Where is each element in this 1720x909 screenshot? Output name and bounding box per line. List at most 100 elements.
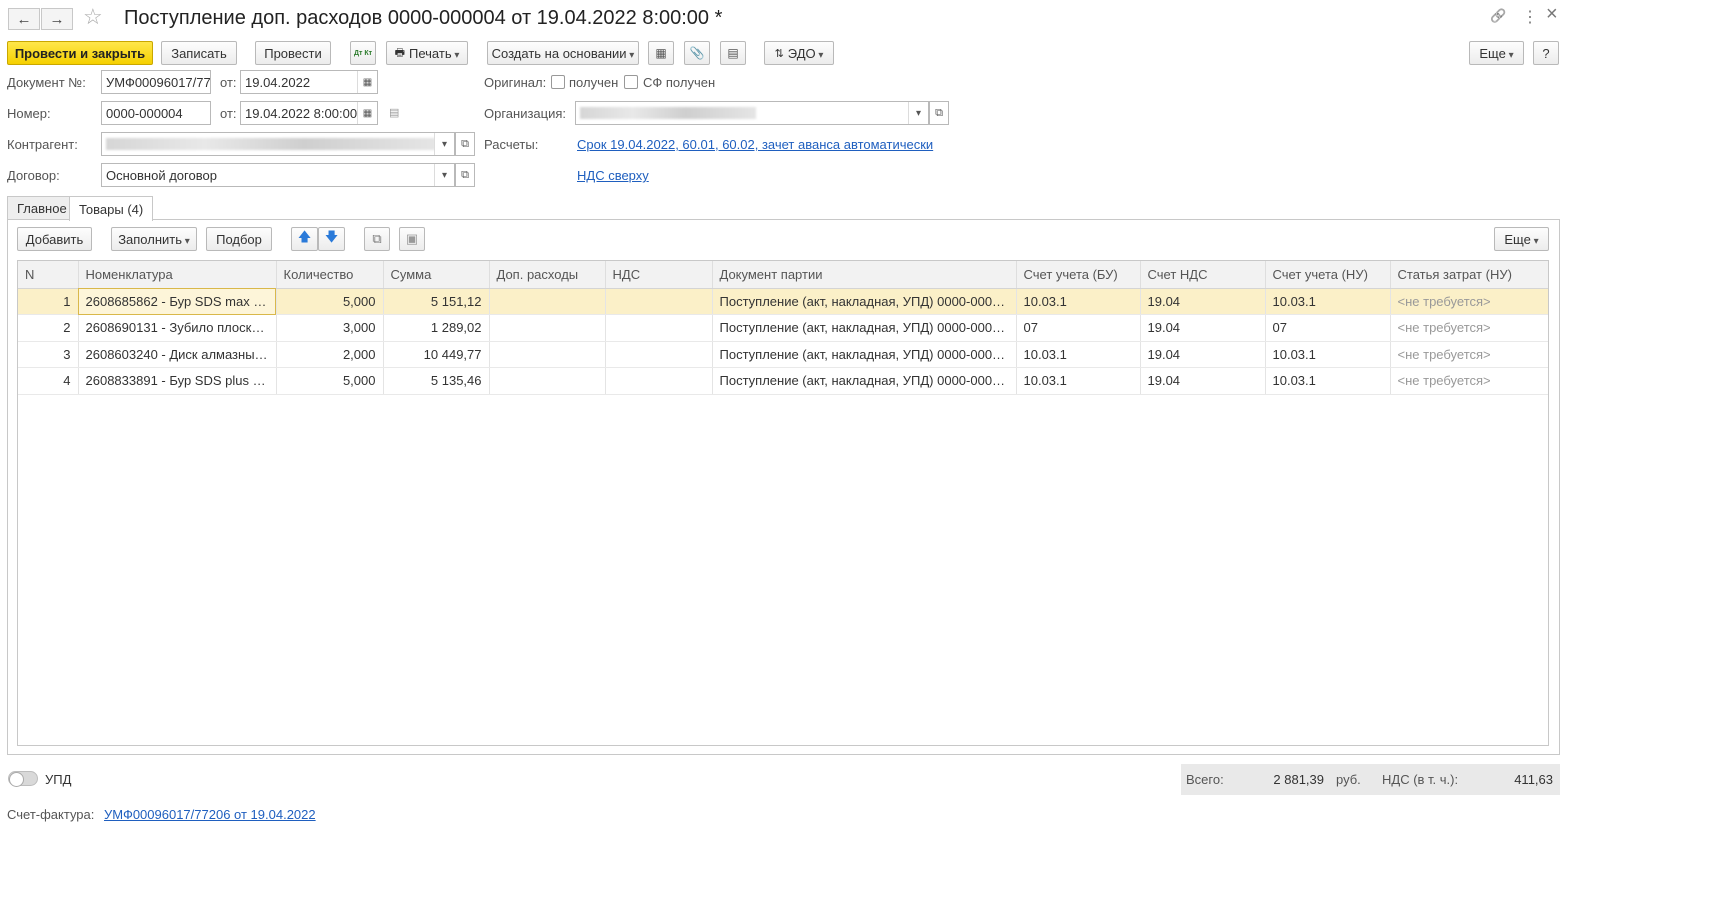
dropdown-arrow-icon[interactable]: ▾ <box>434 164 454 186</box>
cell-account-bu[interactable]: 07 <box>1016 314 1141 342</box>
paste-icon[interactable]: ▣ <box>399 227 425 251</box>
received-checkbox[interactable] <box>551 75 565 89</box>
doc-date-field[interactable]: 19.04.2022 ▦ <box>240 70 378 94</box>
cell-quantity[interactable]: 5,000 <box>276 288 384 315</box>
cell-account-vat[interactable]: 19.04 <box>1140 341 1266 368</box>
cell-nomenclature[interactable]: 2608603240 - Диск алмазный 0... <box>78 341 277 368</box>
cell-quantity[interactable]: 5,000 <box>276 367 384 395</box>
favorite-star-icon[interactable]: ☆ <box>83 4 103 30</box>
cell-vat[interactable] <box>605 314 713 342</box>
cell-nomenclature[interactable]: 2608690131 - Зубило плоское ... <box>78 314 277 342</box>
column-header[interactable]: Счет учета (НУ) <box>1265 261 1391 289</box>
close-icon[interactable]: × <box>1546 3 1558 26</box>
cell-account-vat[interactable]: 19.04 <box>1140 314 1266 342</box>
cell-account-nu[interactable]: 07 <box>1265 314 1391 342</box>
cell-sum[interactable]: 1 289,02 <box>383 314 490 342</box>
add-button[interactable]: Добавить <box>17 227 92 251</box>
post-button[interactable]: Провести <box>255 41 331 65</box>
cell-account-nu[interactable]: 10.03.1 <box>1265 367 1391 395</box>
upd-toggle[interactable] <box>8 771 38 787</box>
cell-batch-document[interactable]: Поступление (акт, накладная, УПД) 0000-0… <box>712 314 1017 342</box>
save-button[interactable]: Записать <box>161 41 237 65</box>
edo-button[interactable]: ⇅ ЭДО <box>764 41 834 65</box>
column-header[interactable]: Счет учета (БУ) <box>1016 261 1141 289</box>
table-row[interactable]: 4 2608833891 - Бур SDS plus 6/5... 5,000 5 … <box>18 367 1548 395</box>
column-header[interactable]: N <box>18 261 79 289</box>
help-button[interactable]: ? <box>1533 41 1559 65</box>
copy-icon[interactable]: ⧉ <box>364 227 390 251</box>
cell-vat[interactable] <box>605 341 713 368</box>
organization-field[interactable]: ▾ <box>575 101 929 125</box>
table-row[interactable]: 1 2608685862 - Бур SDS max 18/... 5,000 5 1… <box>18 288 1548 315</box>
calendar-icon[interactable]: ▦ <box>357 102 377 124</box>
dropdown-arrow-icon[interactable]: ▾ <box>434 133 454 155</box>
cell-cost-item-nu[interactable]: <не требуется> <box>1390 314 1548 342</box>
goods-table[interactable]: N Номенклатура Количество Сумма Доп. рас… <box>17 260 1549 746</box>
cell-sum[interactable]: 10 449,77 <box>383 341 490 368</box>
cell-sum[interactable]: 5 135,46 <box>383 367 490 395</box>
cell-account-nu[interactable]: 10.03.1 <box>1265 288 1391 315</box>
move-up-icon[interactable]: 🡅 <box>291 227 318 251</box>
cell-n[interactable]: 3 <box>18 341 79 368</box>
vat-link[interactable]: НДС сверху <box>577 168 649 183</box>
goods-more-button[interactable]: Еще <box>1494 227 1549 251</box>
column-header[interactable]: Счет НДС <box>1140 261 1266 289</box>
cell-account-nu[interactable]: 10.03.1 <box>1265 341 1391 368</box>
cell-batch-document[interactable]: Поступление (акт, накладная, УПД) 0000-0… <box>712 367 1017 395</box>
cell-n[interactable]: 1 <box>18 288 79 315</box>
number-field[interactable]: 0000-000004 <box>101 101 211 125</box>
cell-batch-document[interactable]: Поступление (акт, накладная, УПД) 0000-0… <box>712 341 1017 368</box>
select-button[interactable]: Подбор <box>206 227 272 251</box>
contract-field[interactable]: Основной договор ▾ <box>101 163 455 187</box>
cell-n[interactable]: 2 <box>18 314 79 342</box>
doc-no-field[interactable]: УМФ00096017/7720 <box>101 70 211 94</box>
fill-button[interactable]: Заполнить <box>111 227 197 251</box>
cell-nomenclature[interactable]: 2608685862 - Бур SDS max 18/... <box>78 288 277 315</box>
post-and-close-button[interactable]: Провести и закрыть <box>7 41 153 65</box>
column-header[interactable]: Сумма <box>383 261 490 289</box>
cell-account-bu[interactable]: 10.03.1 <box>1016 367 1141 395</box>
print-button[interactable]: 🖶 Печать <box>386 41 468 65</box>
report-list-icon[interactable]: ▤ <box>720 41 746 65</box>
column-header[interactable]: Документ партии <box>712 261 1017 289</box>
settlements-link[interactable]: Срок 19.04.2022, 60.01, 60.02, зачет ава… <box>577 137 933 152</box>
column-header[interactable]: Доп. расходы <box>489 261 606 289</box>
cell-extra-costs[interactable] <box>489 341 606 368</box>
cell-extra-costs[interactable] <box>489 288 606 315</box>
cell-cost-item-nu[interactable]: <не требуется> <box>1390 288 1548 315</box>
history-icon[interactable]: ▤ <box>389 106 399 119</box>
attachment-icon[interactable]: 📎 <box>684 41 710 65</box>
tab-goods[interactable]: Товары (4) <box>69 196 154 221</box>
structure-icon[interactable]: ▦ <box>648 41 674 65</box>
cell-extra-costs[interactable] <box>489 367 606 395</box>
open-contract-icon[interactable]: ⧉ <box>455 163 475 187</box>
create-based-on-button[interactable]: Создать на основании <box>487 41 639 65</box>
column-header[interactable]: Количество <box>276 261 384 289</box>
cell-account-bu[interactable]: 10.03.1 <box>1016 341 1141 368</box>
open-organization-icon[interactable]: ⧉ <box>929 101 949 125</box>
column-header[interactable]: Номенклатура <box>78 261 277 289</box>
forward-button[interactable]: → <box>41 8 73 30</box>
table-row[interactable]: 3 2608603240 - Диск алмазный 0... 2,000 10 … <box>18 341 1548 368</box>
cell-account-vat[interactable]: 19.04 <box>1140 288 1266 315</box>
cell-vat[interactable] <box>605 367 713 395</box>
open-counterparty-icon[interactable]: ⧉ <box>455 132 475 156</box>
table-row[interactable]: 2 2608690131 - Зубило плоское ... 3,000 1 2… <box>18 314 1548 342</box>
tab-main[interactable]: Главное <box>7 196 77 220</box>
cell-account-vat[interactable]: 19.04 <box>1140 367 1266 395</box>
cell-quantity[interactable]: 3,000 <box>276 314 384 342</box>
link-icon[interactable]: 🔗 <box>1490 8 1506 24</box>
column-header[interactable]: НДС <box>605 261 713 289</box>
cell-n[interactable]: 4 <box>18 367 79 395</box>
column-header[interactable]: Статья затрат (НУ) <box>1390 261 1548 289</box>
move-down-icon[interactable]: 🡇 <box>318 227 345 251</box>
cell-cost-item-nu[interactable]: <не требуется> <box>1390 367 1548 395</box>
cell-extra-costs[interactable] <box>489 314 606 342</box>
dropdown-arrow-icon[interactable]: ▾ <box>908 102 928 124</box>
calendar-icon[interactable]: ▦ <box>357 71 377 93</box>
cell-cost-item-nu[interactable]: <не требуется> <box>1390 341 1548 368</box>
dt-kt-icon[interactable]: Дт Кт <box>350 41 376 65</box>
more-menu-icon[interactable]: ⋮ <box>1522 7 1538 27</box>
number-datetime-field[interactable]: 19.04.2022 8:00:00 ▦ <box>240 101 378 125</box>
cell-vat[interactable] <box>605 288 713 315</box>
